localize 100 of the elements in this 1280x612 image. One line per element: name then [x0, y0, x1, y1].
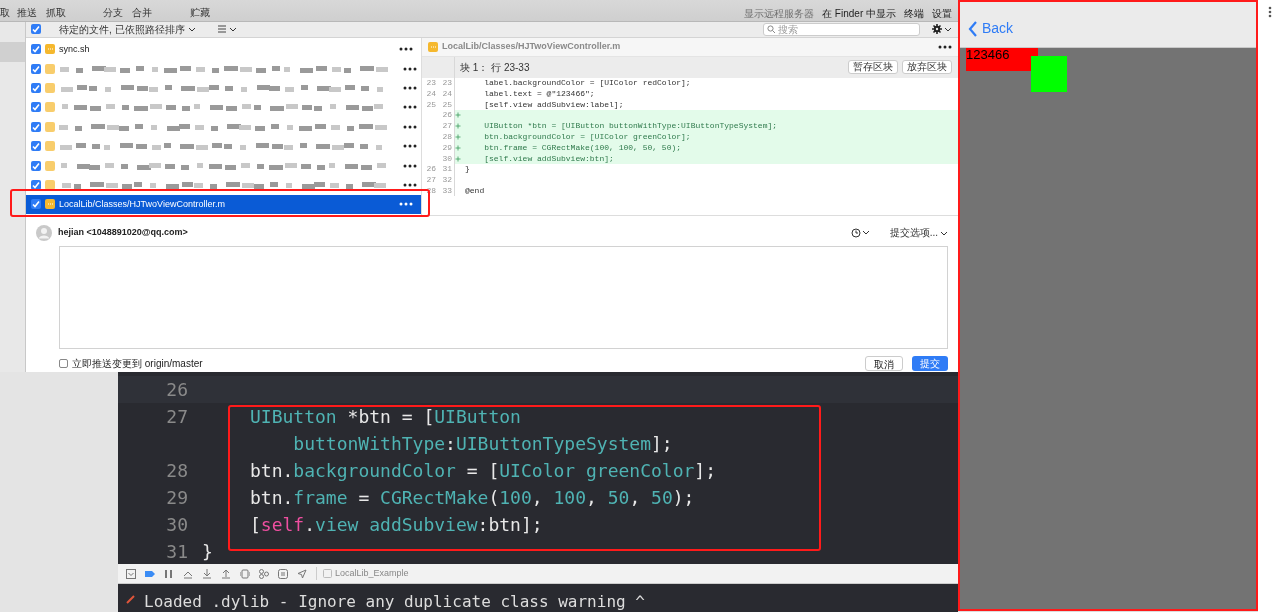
- file-icon: [428, 41, 438, 52]
- more-button[interactable]: [403, 86, 417, 91]
- checkbox[interactable]: [31, 63, 41, 74]
- checkbox[interactable]: [31, 83, 41, 94]
- chevron-left-icon: [968, 20, 978, 37]
- gear-icon: [932, 24, 942, 35]
- checkmark-icon: [31, 160, 41, 171]
- checkmark-icon: [31, 141, 41, 152]
- file-row[interactable]: sync.sh: [26, 39, 421, 59]
- ellipsis-icon: [399, 202, 413, 207]
- line-number: 27: [425, 174, 436, 187]
- file-row[interactable]: LocalLib/Classes/HJTwoViewController.m: [26, 194, 421, 215]
- toolbar-button[interactable]: 终端: [904, 7, 924, 20]
- debug-button[interactable]: [145, 568, 155, 579]
- checkbox[interactable]: [59, 358, 68, 368]
- hunk-title: 块 1： 行 23-33: [460, 60, 530, 75]
- more-button[interactable]: [938, 44, 952, 49]
- view-hierarchy-icon: [240, 568, 250, 579]
- debug-button[interactable]: [278, 568, 288, 579]
- checkbox[interactable]: [31, 24, 41, 35]
- file-icon: [45, 121, 55, 132]
- author-name: hejian <1048891020@qq.com>: [58, 225, 188, 239]
- checkbox[interactable]: [31, 160, 41, 171]
- view-options-button[interactable]: [217, 25, 237, 34]
- more-button[interactable]: [403, 163, 417, 168]
- breakpoint-icon: [145, 568, 155, 579]
- line-number: 30: [441, 152, 452, 165]
- console-text: Loaded .dylib - Ignore any duplicate class warning ^: [144, 592, 645, 612]
- debug-button[interactable]: [221, 568, 231, 579]
- more-button[interactable]: [403, 124, 417, 129]
- hunk-button[interactable]: 放弃区块: [902, 60, 952, 75]
- checkmark-icon: [31, 199, 41, 210]
- chevron-down-icon: [228, 26, 237, 32]
- line-number: 32: [441, 174, 452, 187]
- checkbox[interactable]: [31, 199, 41, 210]
- file-icon: [45, 83, 55, 94]
- line-number: 29: [165, 486, 188, 510]
- plus-icon: [455, 155, 461, 162]
- checkmark-icon: [31, 180, 41, 190]
- code-line: @end: [465, 184, 485, 197]
- more-button[interactable]: [399, 47, 413, 52]
- settings-button[interactable]: [932, 24, 952, 35]
- plus-icon: [455, 133, 461, 140]
- checkbox[interactable]: [31, 141, 41, 152]
- ellipsis-icon: [399, 47, 413, 52]
- toolbar-button[interactable]: 分支: [103, 6, 123, 19]
- search-field[interactable]: 搜索: [763, 22, 920, 36]
- toolbar-button[interactable]: 取: [0, 6, 10, 19]
- more-button[interactable]: [399, 202, 413, 207]
- debug-button[interactable]: [240, 568, 250, 579]
- code-line: label.text = @"123466";: [483, 87, 595, 100]
- checkbox[interactable]: [31, 102, 41, 113]
- toolbar-button[interactable]: 在 Finder 中显示: [822, 7, 896, 20]
- debug-button[interactable]: [202, 568, 212, 579]
- line-number: 26: [165, 378, 188, 402]
- debug-button[interactable]: [297, 568, 307, 579]
- more-button[interactable]: [403, 144, 417, 149]
- checkbox[interactable]: [31, 121, 41, 132]
- toolbar-button[interactable]: 推送: [17, 6, 37, 19]
- ellipsis-icon: [938, 44, 952, 49]
- chevron-down-icon: [940, 230, 948, 236]
- more-vertical-icon: [1268, 6, 1272, 18]
- checkmark-icon: [31, 24, 41, 35]
- commit-message-field[interactable]: [59, 245, 948, 349]
- more-button[interactable]: [403, 183, 417, 187]
- debug-button[interactable]: [126, 568, 136, 579]
- toolbar-button[interactable]: 合并: [132, 6, 152, 19]
- cancel-button[interactable]: 取消: [865, 355, 903, 371]
- submit-button[interactable]: 提交: [912, 355, 948, 371]
- toolbar-button[interactable]: 设置: [932, 7, 952, 20]
- toolbar-button[interactable]: 抓取: [46, 6, 66, 19]
- more-button[interactable]: [403, 105, 417, 110]
- hunk-button[interactable]: 暂存区块: [848, 60, 898, 75]
- environment-icon: [278, 568, 288, 579]
- app-icon: [323, 569, 332, 578]
- line-number: 29: [441, 141, 452, 154]
- line-number: 25: [441, 98, 452, 111]
- step-out-icon: [221, 568, 231, 579]
- file-icon: [45, 63, 55, 74]
- sort-dropdown[interactable]: 待定的文件, 已依照路径排序: [59, 21, 185, 37]
- location-icon: [297, 568, 307, 579]
- file-path: sync.sh: [59, 42, 90, 56]
- code-line: btn.frame = CGRectMake(100, 100, 50, 50);: [483, 141, 682, 154]
- history-button[interactable]: [850, 227, 870, 238]
- file-icon: [45, 44, 55, 55]
- code-line: [self.view addSubview:btn];: [483, 152, 614, 165]
- hide-panel-icon: [126, 568, 136, 579]
- warning-marker-icon: [126, 594, 136, 604]
- memory-graph-icon: [259, 568, 269, 579]
- ellipsis-icon: [403, 163, 417, 168]
- more-button[interactable]: [403, 66, 417, 71]
- checkbox-label: 立即推送变更到 origin/master: [72, 356, 203, 371]
- toolbar-button[interactable]: 贮藏: [190, 6, 210, 19]
- commit-options-button[interactable]: 提交选项...: [889, 225, 948, 241]
- checkbox[interactable]: [31, 44, 41, 55]
- debug-button[interactable]: [164, 568, 174, 579]
- debug-button[interactable]: [259, 568, 269, 579]
- line-number: 26: [441, 109, 452, 122]
- code-line: btn.frame = CGRectMake(100, 100, 50, 50);: [250, 486, 695, 510]
- line-number: 30: [165, 513, 188, 537]
